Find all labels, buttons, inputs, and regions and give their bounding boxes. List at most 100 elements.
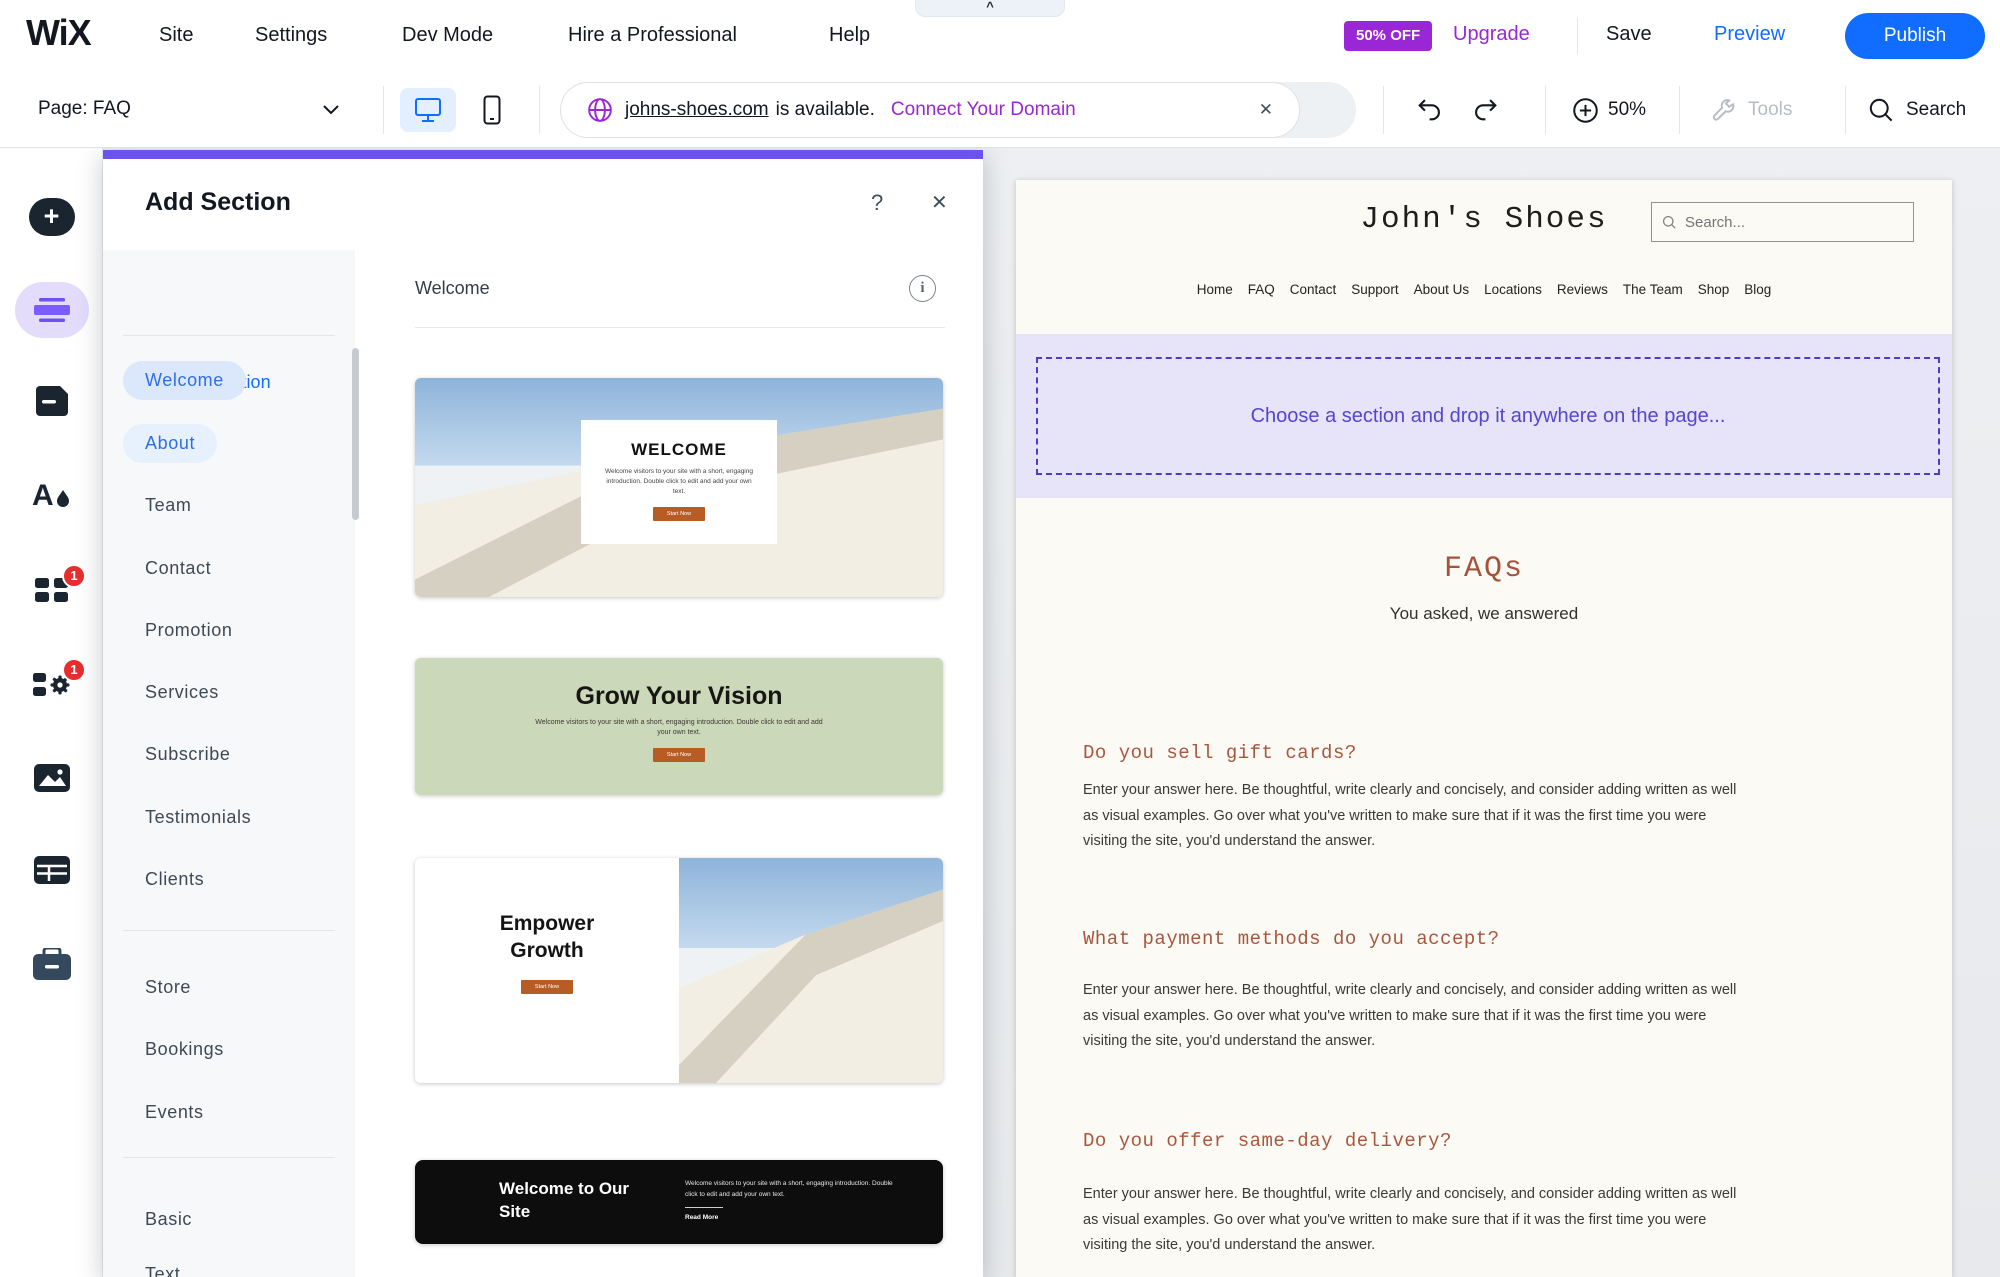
faq-question-2[interactable]: What payment methods do you accept? bbox=[1083, 928, 1500, 950]
category-text[interactable]: Text bbox=[145, 1264, 180, 1277]
faq-section-subheading[interactable]: You asked, we answered bbox=[1016, 604, 1952, 624]
site-search-input[interactable] bbox=[1685, 213, 1885, 231]
nav-locations[interactable]: Locations bbox=[1484, 282, 1542, 297]
nav-shop[interactable]: Shop bbox=[1698, 282, 1730, 297]
faq-question-3[interactable]: Do you offer same-day delivery? bbox=[1083, 1130, 1452, 1152]
section-template-grow-your-vision[interactable]: Grow Your Vision Welcome visitors to you… bbox=[415, 658, 943, 795]
editor-search-button[interactable]: Search bbox=[1906, 99, 1966, 121]
menu-site[interactable]: Site bbox=[159, 24, 193, 47]
cms-button[interactable] bbox=[0, 856, 103, 884]
template-heading: WELCOME bbox=[631, 440, 727, 459]
category-list-scrollbar[interactable] bbox=[352, 348, 359, 520]
desktop-monitor-icon bbox=[415, 98, 441, 122]
plus-icon: + bbox=[43, 201, 60, 231]
section-template-empower-growth[interactable]: Empower Growth Start Now bbox=[415, 858, 943, 1083]
nav-about-us[interactable]: About Us bbox=[1414, 282, 1470, 297]
template-cta-link: Read More bbox=[685, 1214, 719, 1221]
undo-icon[interactable] bbox=[1415, 96, 1443, 124]
divider bbox=[383, 86, 384, 134]
menu-settings[interactable]: Settings bbox=[255, 24, 327, 47]
add-section-button-active[interactable] bbox=[0, 282, 103, 338]
close-panel-icon[interactable]: ✕ bbox=[931, 190, 948, 215]
menu-dev-mode[interactable]: Dev Mode bbox=[402, 24, 493, 47]
divider bbox=[123, 930, 335, 931]
divider bbox=[1545, 86, 1546, 134]
divider bbox=[123, 1157, 335, 1158]
menu-hire-a-professional[interactable]: Hire a Professional bbox=[568, 24, 737, 47]
preview-button[interactable]: Preview bbox=[1714, 23, 1785, 46]
nav-reviews[interactable]: Reviews bbox=[1557, 282, 1608, 297]
mobile-view-button[interactable] bbox=[470, 88, 514, 132]
nav-contact[interactable]: Contact bbox=[1290, 282, 1337, 297]
faq-answer-3[interactable]: Enter your answer here. Be thoughtful, w… bbox=[1083, 1182, 1751, 1259]
site-search-box[interactable] bbox=[1651, 202, 1914, 242]
template-card: WELCOME Welcome visitors to your site wi… bbox=[581, 420, 777, 544]
section-drop-zone[interactable]: Choose a section and drop it anywhere on… bbox=[1036, 357, 1940, 475]
category-basic[interactable]: Basic bbox=[145, 1209, 192, 1230]
collapse-toolbar-tab[interactable]: ^ bbox=[915, 0, 1065, 17]
category-team[interactable]: Team bbox=[145, 495, 191, 516]
tools-button: Tools bbox=[1748, 99, 1793, 120]
help-icon[interactable]: ? bbox=[871, 190, 883, 216]
section-template-welcome-dark[interactable]: Welcome to Our Site Welcome visitors to … bbox=[415, 1160, 943, 1244]
section-template-welcome-hero[interactable]: WELCOME Welcome visitors to your site wi… bbox=[415, 378, 943, 597]
page-selector[interactable]: Page: FAQ bbox=[38, 98, 131, 120]
domain-banner: johns-shoes.com is available. Connect Yo… bbox=[560, 82, 1300, 138]
template-heading: Welcome to Our Site bbox=[499, 1179, 630, 1221]
category-subscribe[interactable]: Subscribe bbox=[145, 744, 230, 765]
redo-icon[interactable] bbox=[1472, 96, 1500, 124]
category-promotion[interactable]: Promotion bbox=[145, 620, 232, 641]
faq-question-1[interactable]: Do you sell gift cards? bbox=[1083, 742, 1357, 764]
zoom-level[interactable]: 50% bbox=[1608, 99, 1646, 121]
category-contact[interactable]: Contact bbox=[145, 558, 211, 579]
nav-the-team[interactable]: The Team bbox=[1623, 282, 1683, 297]
connect-domain-link[interactable]: Connect Your Domain bbox=[891, 99, 1076, 121]
divider bbox=[1679, 86, 1680, 134]
search-icon[interactable] bbox=[1868, 97, 1895, 124]
business-tools-button[interactable] bbox=[0, 948, 103, 980]
category-services[interactable]: Services bbox=[145, 682, 219, 703]
panel-accent-bar bbox=[103, 150, 983, 159]
template-heading: Grow Your Vision bbox=[575, 682, 783, 710]
domain-name[interactable]: johns-shoes.com bbox=[625, 99, 769, 121]
nav-faq[interactable]: FAQ bbox=[1248, 282, 1275, 297]
category-store[interactable]: Store bbox=[145, 977, 191, 998]
divider bbox=[1845, 86, 1846, 134]
faq-answer-2[interactable]: Enter your answer here. Be thoughtful, w… bbox=[1083, 978, 1751, 1055]
site-design-button[interactable]: A bbox=[0, 478, 103, 510]
faq-answer-1[interactable]: Enter your answer here. Be thoughtful, w… bbox=[1083, 778, 1751, 855]
template-cta-button: Start Now bbox=[652, 748, 706, 762]
nav-blog[interactable]: Blog bbox=[1744, 282, 1771, 297]
dismiss-domain-banner-icon[interactable]: ✕ bbox=[1259, 100, 1273, 120]
template-cta-button: Start Now bbox=[652, 507, 706, 521]
media-button[interactable] bbox=[0, 764, 103, 792]
nav-support[interactable]: Support bbox=[1351, 282, 1398, 297]
wix-logo: WiX bbox=[26, 12, 92, 53]
my-apps-button[interactable]: 1 bbox=[0, 658, 103, 700]
category-bookings[interactable]: Bookings bbox=[145, 1039, 224, 1060]
cms-table-icon bbox=[33, 856, 70, 884]
category-about[interactable]: About bbox=[123, 424, 218, 463]
nav-home[interactable]: Home bbox=[1197, 282, 1233, 297]
divider bbox=[415, 327, 945, 328]
desktop-view-button[interactable] bbox=[400, 88, 456, 132]
template-body: Welcome visitors to your site with a sho… bbox=[535, 719, 823, 736]
info-icon[interactable]: i bbox=[909, 275, 936, 302]
category-events[interactable]: Events bbox=[145, 1102, 204, 1123]
panel-title: Add Section bbox=[145, 188, 291, 216]
menu-help[interactable]: Help bbox=[829, 24, 870, 47]
template-text-half: Empower Growth Start Now bbox=[415, 858, 679, 1083]
pages-menu-button[interactable] bbox=[0, 386, 103, 416]
save-button[interactable]: Save bbox=[1606, 23, 1652, 46]
category-clients[interactable]: Clients bbox=[145, 869, 204, 890]
chevron-down-icon[interactable] bbox=[322, 104, 340, 116]
zoom-out-icon[interactable] bbox=[1572, 97, 1599, 124]
category-testimonials[interactable]: Testimonials bbox=[145, 807, 251, 828]
app-market-button[interactable]: 1 bbox=[0, 564, 103, 604]
divider bbox=[1383, 86, 1384, 134]
faq-section-heading[interactable]: FAQs bbox=[1016, 552, 1952, 586]
category-welcome-selected[interactable]: Welcome bbox=[123, 361, 246, 400]
upgrade-button[interactable]: Upgrade bbox=[1453, 23, 1530, 46]
add-elements-button[interactable]: + bbox=[0, 198, 103, 236]
publish-button[interactable]: Publish bbox=[1845, 13, 1985, 59]
